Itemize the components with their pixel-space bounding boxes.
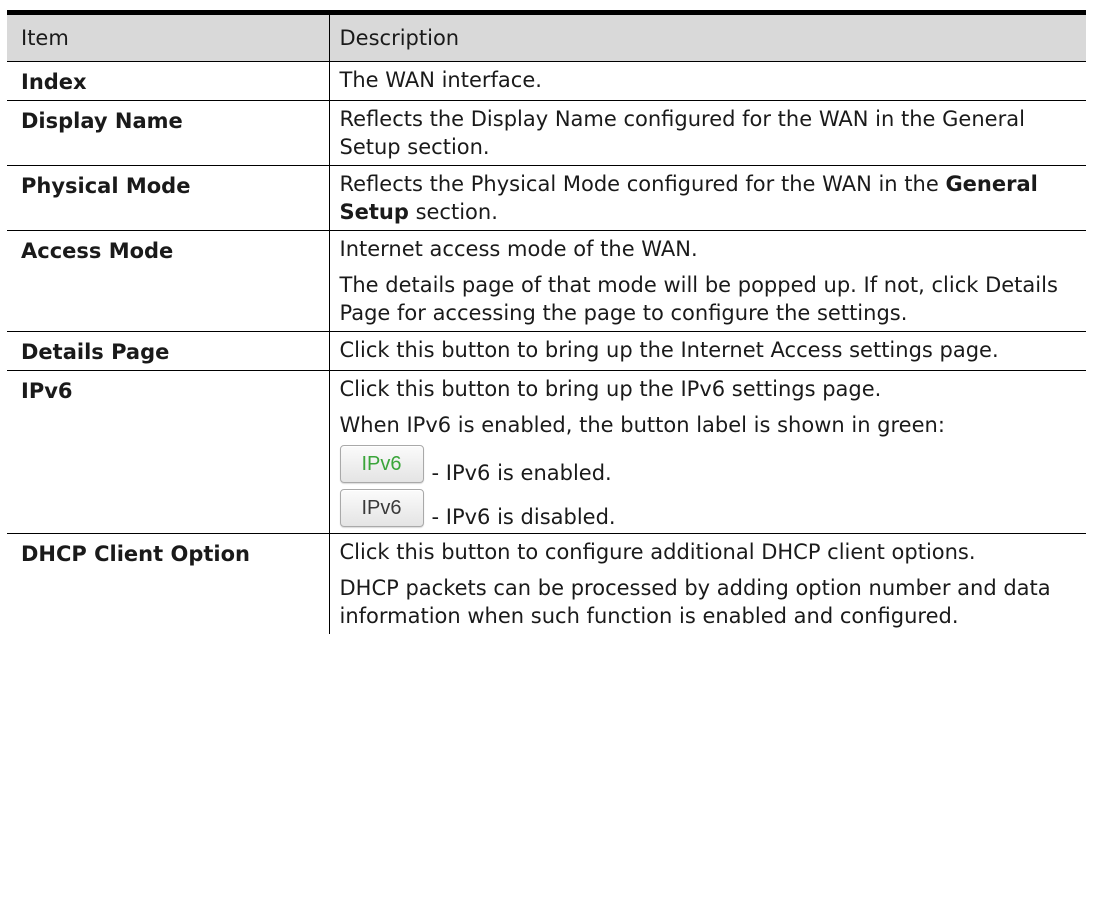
ipv6-disabled-button[interactable]: IPv6: [339, 489, 424, 527]
description-table: Item Description Index The WAN interface…: [7, 10, 1086, 634]
table-row: Physical Mode Reflects the Physical Mode…: [7, 165, 1086, 231]
row-item-dhcp-client-option: DHCP Client Option: [21, 542, 250, 566]
row-desc-display-name: Reflects the Display Name configured for…: [328, 100, 1086, 166]
header-item: Item: [7, 10, 329, 62]
row-item-details-page: Details Page: [7, 331, 329, 371]
row-desc-details-page: Click this button to bring up the Intern…: [328, 331, 1086, 371]
desc-paragraph: The details page of that mode will be po…: [339, 273, 1058, 325]
row-item-access-mode: Access Mode: [7, 230, 329, 332]
desc-paragraph: Click this button to bring up the IPv6 s…: [339, 377, 882, 401]
table-row: DHCP Client Option Click this button to …: [7, 533, 1086, 634]
desc-paragraph: When IPv6 is enabled, the button label i…: [339, 413, 945, 437]
row-item-index: Index: [7, 61, 329, 101]
row-desc-access-mode: Internet access mode of the WAN. The det…: [328, 230, 1086, 332]
row-desc-dhcp-client-option: Click this button to configure additiona…: [328, 533, 1086, 634]
table-row: Details Page Click this button to bring …: [7, 331, 1086, 371]
row-desc-physical-mode: Reflects the Physical Mode configured fo…: [328, 165, 1086, 231]
ipv6-enabled-example: IPv6 - IPv6 is enabled.: [339, 445, 1077, 485]
ipv6-disabled-caption: - IPv6 is disabled.: [431, 505, 616, 529]
ipv6-enabled-button[interactable]: IPv6: [339, 445, 424, 483]
ipv6-enabled-caption: - IPv6 is enabled.: [431, 461, 612, 485]
table-row: Access Mode Internet access mode of the …: [7, 230, 1086, 332]
header-row: Item Description: [7, 10, 1086, 62]
ipv6-disabled-example: IPv6 - IPv6 is disabled.: [339, 489, 1077, 529]
table-row: IPv6 Click this button to bring up the I…: [7, 370, 1086, 534]
row-desc-ipv6: Click this button to bring up the IPv6 s…: [328, 370, 1086, 534]
desc-paragraph: Click this button to configure additiona…: [339, 540, 976, 564]
desc-paragraph: Internet access mode of the WAN.: [339, 237, 698, 261]
row-desc-index: The WAN interface.: [328, 61, 1086, 101]
row-item-display-name: Display Name: [7, 100, 329, 166]
row-item-physical-mode: Physical Mode: [7, 165, 329, 231]
header-description: Description: [328, 10, 1086, 62]
desc-text: Reflects the Physical Mode configured fo…: [339, 172, 946, 196]
table-row: Index The WAN interface.: [7, 61, 1086, 101]
table-row: Display Name Reflects the Display Name c…: [7, 100, 1086, 166]
row-item-ipv6: IPv6: [7, 370, 329, 534]
desc-text: section.: [408, 200, 498, 224]
desc-paragraph: DHCP packets can be processed by adding …: [339, 576, 1051, 628]
